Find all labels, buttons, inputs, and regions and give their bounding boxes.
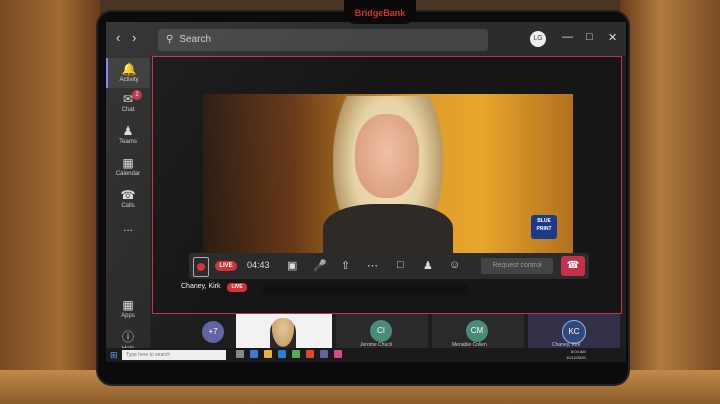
overflow-participants[interactable]: +7 — [202, 321, 224, 343]
taskbar-search-input[interactable]: Type here to search — [122, 350, 226, 360]
rail-item-label: Apps — [121, 313, 135, 319]
rail-item-label: Activity — [119, 77, 139, 83]
rail-item-calendar[interactable]: ▦ Calendar — [106, 156, 150, 177]
search-icon: ⚲ — [166, 34, 174, 45]
shared-video — [203, 94, 573, 259]
share-screen-icon[interactable]: ⇧ — [341, 259, 350, 272]
rail-item-label: Calendar — [115, 171, 141, 177]
presenter-face — [355, 114, 419, 198]
participant-strip: +7 CI Jerome Chuck CM Menabie Colien KC … — [152, 314, 622, 350]
help-icon: ⓘ — [121, 330, 134, 344]
live-badge: LIVE — [215, 261, 237, 271]
minimize-icon[interactable]: — — [562, 31, 573, 43]
participant-tile-kc[interactable]: KC Chaney, Kirk — [528, 314, 620, 350]
request-control-button[interactable]: Request control — [481, 258, 553, 274]
calendar-icon: ▦ — [122, 156, 134, 170]
camera-icon[interactable]: ▣ — [287, 259, 297, 272]
bell-icon: 🔔 — [121, 62, 137, 76]
task-view-icon[interactable] — [236, 350, 244, 358]
rail-item-label: Calls — [121, 203, 135, 209]
windows-taskbar: ⊞ Type here to search 8:04 AM 11/12/2020 — [106, 348, 626, 362]
chat-badge: 2 — [132, 90, 142, 100]
app-rail: 🔔 Activity ✉ Chat 2 ♟ Teams ▦ Calendar ☎… — [106, 56, 150, 362]
file-explorer-icon[interactable] — [264, 350, 272, 358]
call-controls-bar: LIVE 04:43 ▣ 🎤 ⇧ ⋯ □ ♟ ☺ Request control… — [189, 253, 589, 279]
rail-item-calls[interactable]: ☎ Calls — [106, 188, 150, 209]
participant-avatar: KC — [562, 320, 586, 344]
rail-item-teams[interactable]: ♟ Teams — [106, 124, 150, 145]
search-input[interactable]: ⚲ Search — [158, 29, 488, 51]
forward-icon[interactable]: › — [132, 30, 136, 45]
maximize-icon[interactable]: □ — [586, 31, 593, 43]
inner-shared-taskbar — [263, 285, 469, 295]
chat-icon: ✉ — [122, 92, 134, 106]
rail-item-label: Teams — [119, 139, 137, 145]
participant-video-tile[interactable] — [236, 314, 332, 350]
rail-item-label: Chat — [121, 107, 135, 113]
excel-icon[interactable] — [292, 350, 300, 358]
teams-titlebar: ‹ › ⚲ Search LG — □ ✕ — [106, 22, 626, 56]
rail-item-chat[interactable]: ✉ Chat 2 — [106, 90, 150, 113]
laptop-screen: ‹ › ⚲ Search LG — □ ✕ 🔔 Activity ✉ Chat 2… — [106, 22, 626, 362]
close-icon[interactable]: ✕ — [608, 31, 617, 44]
mic-off-icon[interactable]: 🎤 — [313, 259, 327, 272]
taskbar-date: 11/12/2020 — [566, 355, 586, 360]
webcam-logo: BridgeBank — [344, 0, 416, 24]
powerpoint-icon[interactable] — [306, 350, 314, 358]
phone-hangup-icon: ☎ — [566, 260, 580, 271]
live-badge-small: LIVE — [227, 283, 247, 292]
call-timer: 04:43 — [247, 260, 270, 270]
video-logo: BLUE PRINT — [531, 215, 557, 239]
wood-panel-left — [0, 0, 100, 404]
participant-tile-cm[interactable]: CM Menabie Colien — [432, 314, 524, 350]
outlook-icon[interactable] — [278, 350, 286, 358]
participants-icon[interactable]: ♟ — [423, 259, 433, 272]
back-icon[interactable]: ‹ — [116, 30, 120, 45]
teams-icon: ♟ — [122, 124, 134, 138]
participant-video-thumb — [270, 318, 296, 350]
participant-avatar: CM — [466, 320, 488, 342]
apps-icon: ▦ — [122, 298, 134, 312]
rail-item-activity[interactable]: 🔔 Activity — [106, 58, 150, 88]
presenter-body — [323, 204, 453, 259]
wood-panel-right — [620, 0, 720, 404]
teams-taskbar-icon[interactable] — [320, 350, 328, 358]
meeting-stage: BLUE PRINT LIVE 04:43 ▣ 🎤 ⇧ ⋯ □ ♟ ☺ Requ… — [152, 56, 622, 314]
search-placeholder: Search — [179, 34, 212, 45]
rail-item-apps[interactable]: ▦ Apps — [106, 298, 150, 319]
hang-up-button[interactable]: ☎ — [561, 256, 585, 276]
more-options-icon[interactable]: ⋯ — [367, 259, 378, 272]
phone-icon: ☎ — [120, 188, 136, 202]
participant-tile-ci[interactable]: CI Jerome Chuck — [336, 314, 428, 350]
record-button[interactable] — [193, 257, 209, 277]
participant-avatar: CI — [370, 320, 392, 342]
edge-icon[interactable] — [250, 350, 258, 358]
taskbar-clock: 8:04 AM 11/12/2020 — [566, 349, 586, 361]
app-icon[interactable] — [334, 350, 342, 358]
reactions-icon[interactable]: ☺ — [449, 259, 460, 271]
more-icon[interactable]: ... — [106, 220, 150, 234]
windows-start-icon[interactable]: ⊞ — [110, 350, 118, 361]
chat-panel-icon[interactable]: □ — [397, 259, 404, 271]
avatar[interactable]: LG — [530, 31, 546, 47]
presenter-name: Chaney, Kirk — [181, 283, 221, 290]
